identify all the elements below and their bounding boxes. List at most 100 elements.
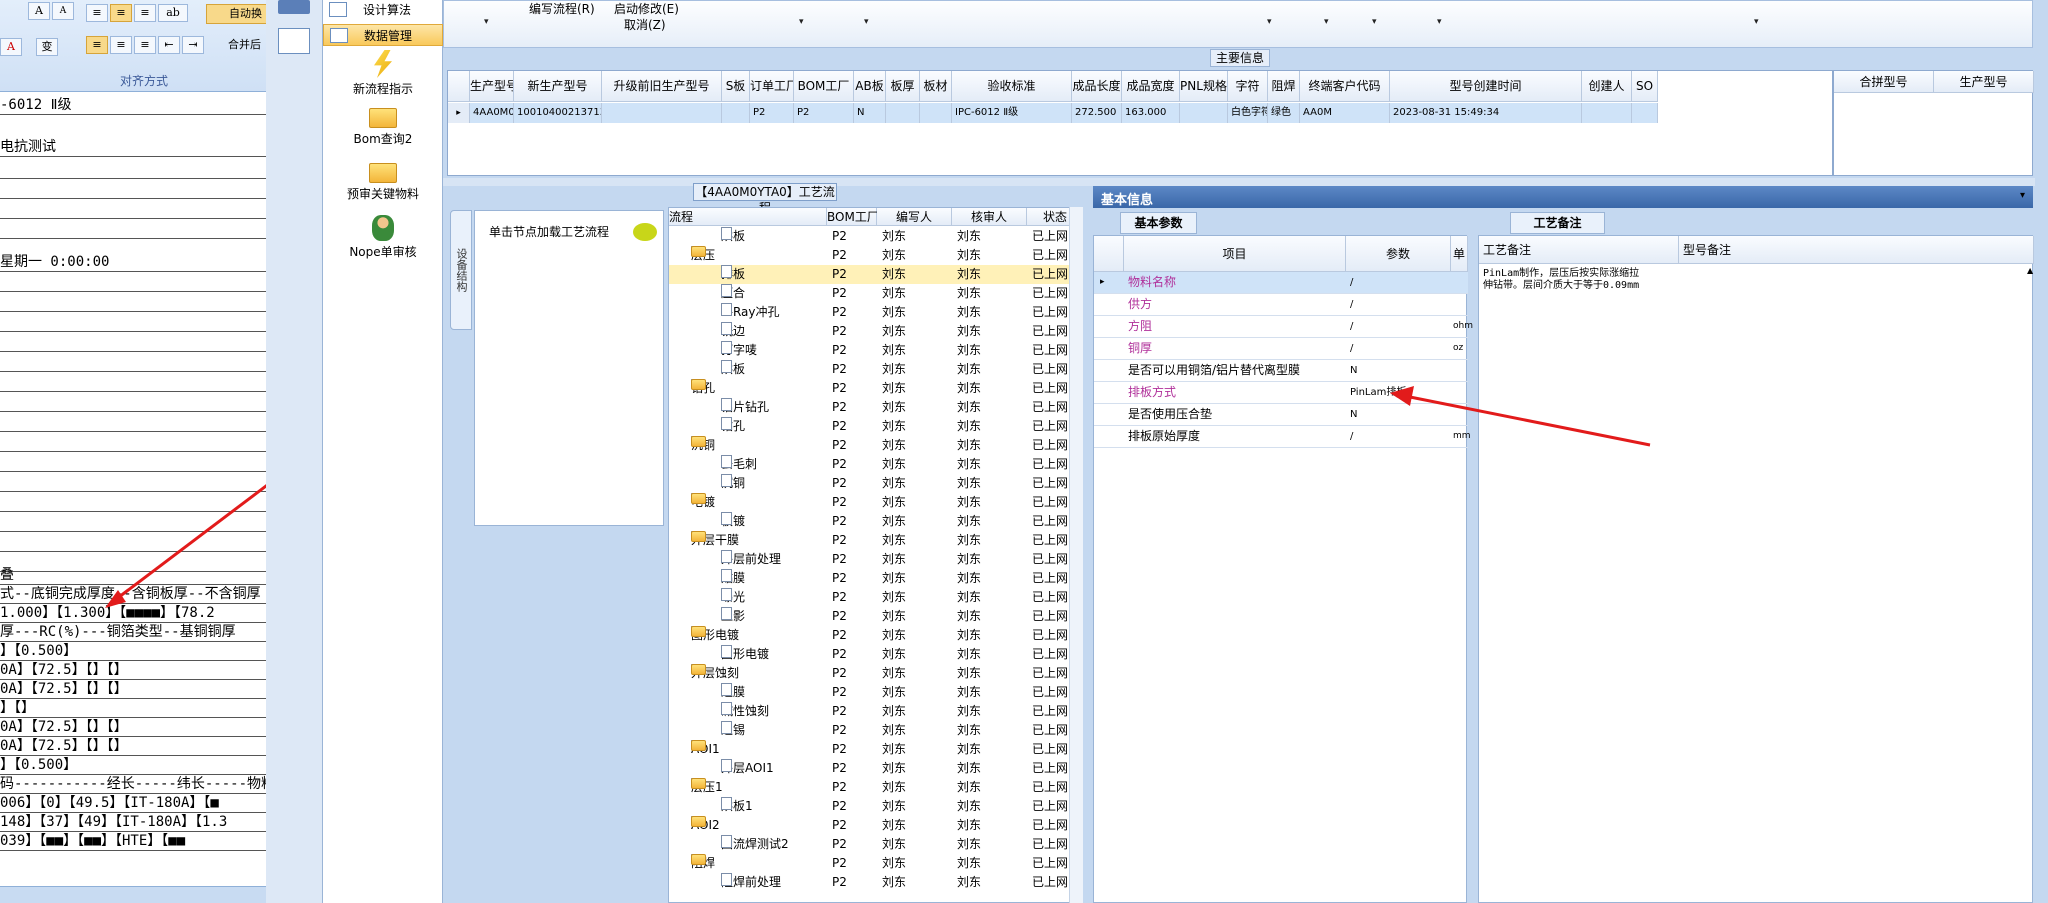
tree-row[interactable]: 烘板 P2 刘东 刘东 已上网: [669, 360, 1069, 379]
tree-row[interactable]: 图形电镀 P2 刘东 刘东 已上网: [669, 645, 1069, 664]
grid-cell[interactable]: 163.000: [1122, 103, 1180, 123]
tree-row[interactable]: 沉铜 P2 刘东 刘东 已上网: [669, 474, 1069, 493]
grid-cell[interactable]: [886, 103, 920, 123]
bom-factory-cell: P2: [832, 780, 847, 794]
tree-row[interactable]: −图形电镀 P2 刘东 刘东 已上网: [669, 626, 1069, 645]
tree-row[interactable]: −外层蚀刻 P2 刘东 刘东 已上网: [669, 664, 1069, 683]
grid-cell[interactable]: P2: [750, 103, 794, 123]
dropdown-arrow-icon[interactable]: ▾: [1372, 17, 1377, 27]
param-value[interactable]: /: [1350, 426, 1353, 447]
grid-cell[interactable]: 绿色: [1268, 103, 1300, 123]
param-row[interactable]: 是否可以用铜箔/铝片替代离型膜 N: [1094, 360, 1468, 382]
tree-row[interactable]: 压合 P2 刘东 刘东 已上网: [669, 284, 1069, 303]
tree-row[interactable]: −AOI1 P2 刘东 刘东 已上网: [669, 740, 1069, 759]
param-row[interactable]: 方阻 / ohm: [1094, 316, 1473, 338]
tree-row[interactable]: −沉铜 P2 刘东 刘东 已上网: [669, 436, 1069, 455]
nav-shortcut[interactable]: Nope单审核: [323, 215, 443, 260]
grid-cell[interactable]: N: [854, 103, 886, 123]
tree-row[interactable]: 去毛刺 P2 刘东 刘东 已上网: [669, 455, 1069, 474]
tree-row[interactable]: 显影 P2 刘东 刘东 已上网: [669, 607, 1069, 626]
tree-row[interactable]: −AOI2 P2 刘东 刘东 已上网: [669, 816, 1069, 835]
grid-cell[interactable]: 白色字符: [1228, 103, 1268, 123]
tree-row[interactable]: X-Ray冲孔 P2 刘东 刘东 已上网: [669, 303, 1069, 322]
tree-row[interactable]: −层压 P2 刘东 刘东 已上网: [669, 246, 1069, 265]
grid-cell[interactable]: P2: [794, 103, 854, 123]
dropdown-arrow-icon[interactable]: ▾: [1267, 17, 1272, 27]
tree-row[interactable]: 退膜 P2 刘东 刘东 已上网: [669, 683, 1069, 702]
param-row[interactable]: 铜厚 / oz: [1094, 338, 1468, 360]
param-value[interactable]: N: [1350, 404, 1357, 425]
splitter[interactable]: [443, 178, 2035, 186]
param-value[interactable]: /: [1350, 294, 1353, 315]
dropdown-arrow-icon[interactable]: ▾: [799, 17, 804, 27]
tree-row[interactable]: −电镀 P2 刘东 刘东 已上网: [669, 493, 1069, 512]
param-row[interactable]: 供方 /: [1094, 294, 1468, 316]
tree-row[interactable]: 打字唛 P2 刘东 刘东 已上网: [669, 341, 1069, 360]
nav-item[interactable]: 设计算法: [323, 0, 443, 21]
collapse-icon[interactable]: ▾: [2020, 190, 2025, 201]
tree-row[interactable]: 排板 P2 刘东 刘东 已上网: [669, 265, 1069, 284]
dropdown-arrow-icon[interactable]: ▾: [864, 17, 869, 27]
bom-factory-cell: P2: [832, 419, 847, 433]
grid-cell[interactable]: [1632, 103, 1658, 123]
document-icon: [721, 265, 732, 278]
param-value[interactable]: N: [1350, 360, 1357, 381]
tree-vertical-scrollbar[interactable]: [1069, 207, 1083, 903]
grid-cell[interactable]: IPC-6012 Ⅱ级: [952, 103, 1072, 123]
param-row[interactable]: ▸ 物料名称 /: [1094, 272, 1468, 294]
process-note-tab[interactable]: 工艺备注: [1510, 212, 1605, 234]
basic-params-tab[interactable]: 基本参数: [1120, 212, 1197, 234]
nav-item[interactable]: 数据管理: [323, 24, 443, 46]
dropdown-arrow-icon[interactable]: ▾: [1437, 17, 1442, 27]
grid-cell[interactable]: 272.500: [1072, 103, 1122, 123]
tree-row[interactable]: 外层AOI1 P2 刘东 刘东 已上网: [669, 759, 1069, 778]
tree-row[interactable]: 钻孔 P2 刘东 刘东 已上网: [669, 417, 1069, 436]
nav-shortcut[interactable]: Bom查询2: [323, 108, 443, 147]
bom-factory-cell: P2: [832, 742, 847, 756]
tree-row[interactable]: 曝光 P2 刘东 刘东 已上网: [669, 588, 1069, 607]
grid-cell[interactable]: [920, 103, 952, 123]
tree-node: 退锡: [721, 721, 745, 740]
dropdown-arrow-icon[interactable]: ▾: [1324, 17, 1329, 27]
dropdown-arrow-icon[interactable]: ▾: [1754, 17, 1759, 27]
tree-row[interactable]: −层压1 P2 刘东 刘东 已上网: [669, 778, 1069, 797]
tree-row[interactable]: −阻焊 P2 刘东 刘东 已上网: [669, 854, 1069, 873]
write-flow-button[interactable]: 编写流程(R): [529, 0, 595, 17]
tree-row[interactable]: 铝片钻孔 P2 刘东 刘东 已上网: [669, 398, 1069, 417]
grid-cell[interactable]: [602, 103, 722, 123]
bom-factory-cell: P2: [832, 704, 847, 718]
cancel-button[interactable]: 取消(Z): [624, 16, 666, 33]
tree-row[interactable]: 板镀 P2 刘东 刘东 已上网: [669, 512, 1069, 531]
grid-icon[interactable]: [278, 0, 310, 14]
grid-cell[interactable]: [722, 103, 750, 123]
grid-cell[interactable]: 2023-08-31 15:49:34: [1390, 103, 1582, 123]
dropdown-arrow-icon[interactable]: ▾: [484, 17, 489, 27]
tree-row[interactable]: 阻焊前处理 P2 刘东 刘东 已上网: [669, 873, 1069, 892]
tree-row[interactable]: 回流焊测试2 P2 刘东 刘东 已上网: [669, 835, 1069, 854]
param-value[interactable]: /: [1350, 272, 1353, 293]
tree-row[interactable]: −钻孔 P2 刘东 刘东 已上网: [669, 379, 1069, 398]
grid-cell[interactable]: AA0M: [1300, 103, 1390, 123]
tree-row[interactable]: 退锡 P2 刘东 刘东 已上网: [669, 721, 1069, 740]
reviewer-cell: 刘东: [957, 552, 982, 566]
param-value[interactable]: /: [1350, 316, 1353, 337]
start-modify-button[interactable]: 启动修改(E): [614, 0, 679, 17]
calculator-icon[interactable]: [278, 28, 310, 54]
column-header: 型号备注: [1679, 236, 2034, 264]
grid-cell[interactable]: [1180, 103, 1228, 123]
grid-cell[interactable]: 10010400213713: [514, 103, 602, 123]
param-value[interactable]: /: [1350, 338, 1353, 359]
grid-cell[interactable]: [1582, 103, 1632, 123]
tree-row[interactable]: 铣边 P2 刘东 刘东 已上网: [669, 322, 1069, 341]
tree-row[interactable]: 烘板 P2 刘东 刘东 已上网: [669, 227, 1069, 246]
tree-row[interactable]: 贴膜 P2 刘东 刘东 已上网: [669, 569, 1069, 588]
tree-row[interactable]: 碱性蚀刻 P2 刘东 刘东 已上网: [669, 702, 1069, 721]
nav-shortcut[interactable]: 预审关键物料: [323, 163, 443, 202]
grid-cell[interactable]: 4AA0M0YTA0: [470, 103, 514, 123]
nav-shortcut[interactable]: 新流程指示: [323, 50, 443, 97]
tree-row[interactable]: 烘板1 P2 刘东 刘东 已上网: [669, 797, 1069, 816]
equipment-structure-tab[interactable]: 设备结构: [450, 210, 472, 330]
tree-row[interactable]: 外层前处理 P2 刘东 刘东 已上网: [669, 550, 1069, 569]
tree-row[interactable]: −外层干膜 P2 刘东 刘东 已上网: [669, 531, 1069, 550]
scroll-up-icon[interactable]: ▲: [2027, 266, 2033, 275]
